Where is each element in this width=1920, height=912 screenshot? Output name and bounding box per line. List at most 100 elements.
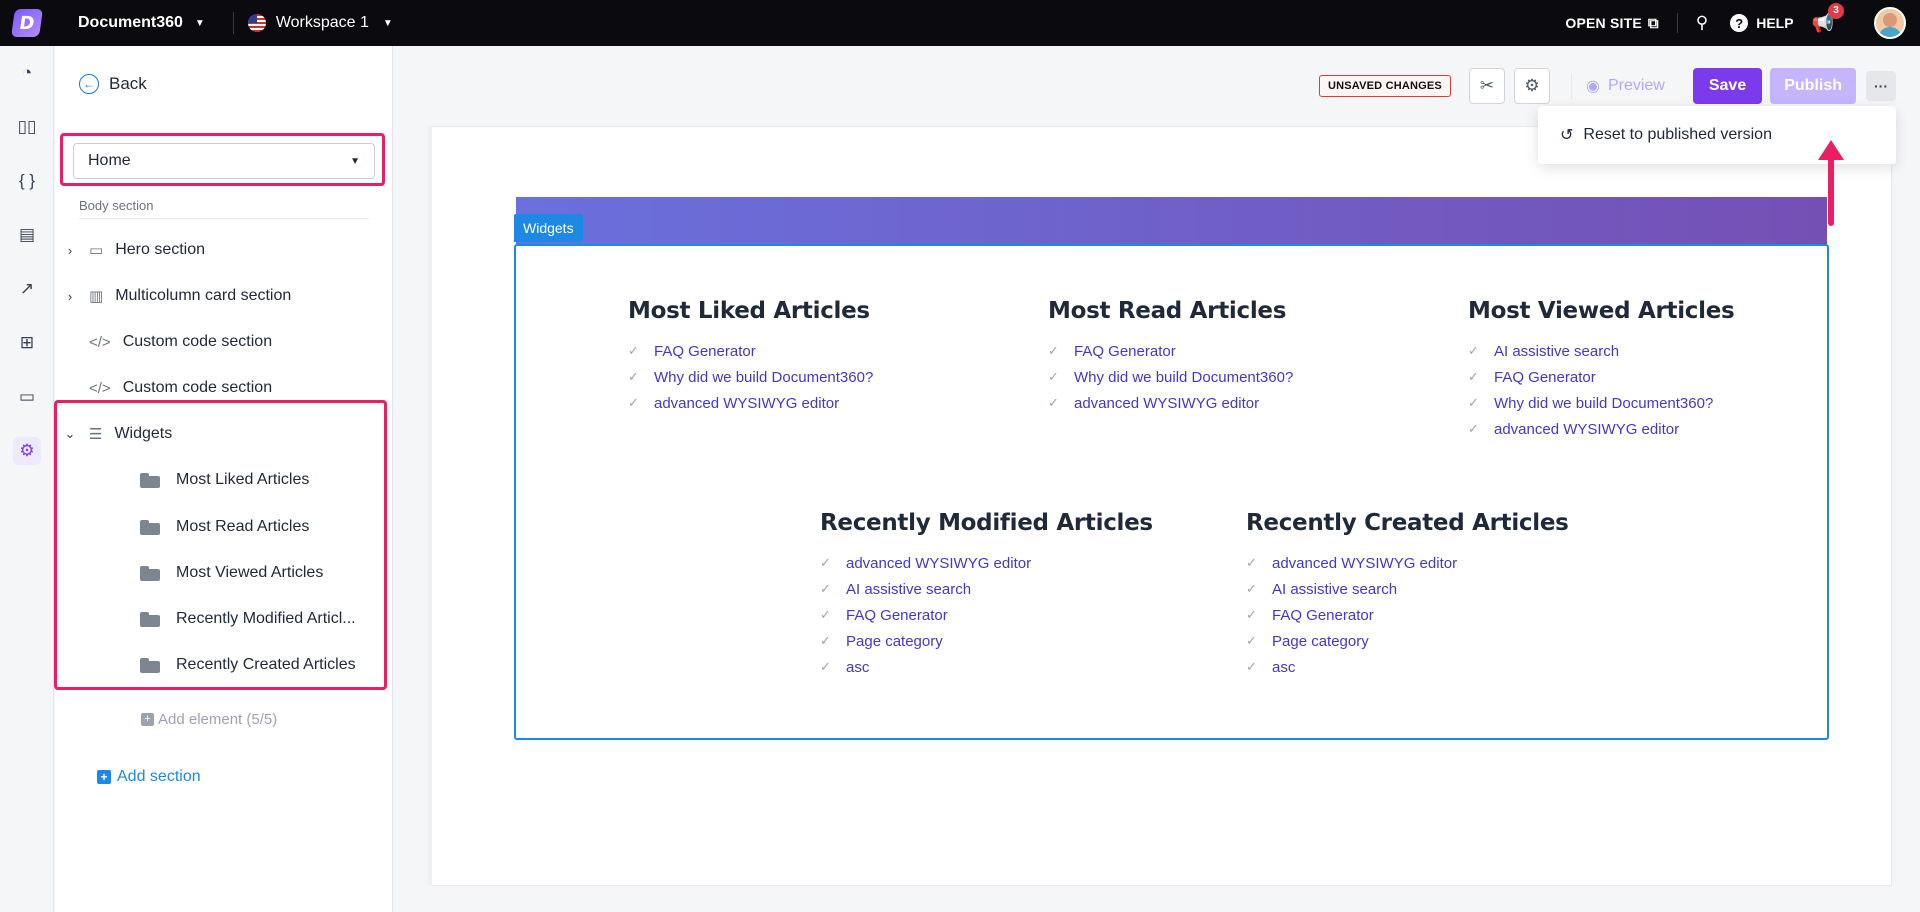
widget-recently-created: Recently Created Articles ✓ advanced WYSI… — [1246, 510, 1569, 680]
widgets-block[interactable]: Most Liked Articles ✓ FAQ Generator ✓ Why … — [514, 244, 1829, 740]
page-select[interactable]: Home ▼ — [73, 143, 375, 179]
code-icon: </> — [89, 333, 111, 351]
external-link-icon: ⧉ — [1647, 14, 1659, 32]
folder-icon — [140, 611, 160, 627]
add-element-button[interactable]: + Add element (5/5) — [141, 711, 277, 728]
divider — [79, 218, 369, 219]
article-link[interactable]: ✓ advanced WYSIWYG editor — [1048, 390, 1293, 416]
divider — [232, 12, 234, 34]
article-link[interactable]: ✓ FAQ Generator — [1246, 602, 1569, 628]
article-link[interactable]: ✓ advanced WYSIWYG editor — [820, 550, 1153, 576]
check-icon: ✓ — [1048, 395, 1059, 410]
open-site-link[interactable]: OPEN SITE ⧉ — [1565, 15, 1658, 32]
help-button[interactable]: ? HELP — [1730, 14, 1794, 32]
chevron-down-icon[interactable]: ⌄ — [63, 426, 77, 442]
analytics-icon[interactable]: ↗ — [0, 262, 54, 316]
article-link[interactable]: ✓ asc — [820, 654, 1153, 680]
widget-item-label: Most Viewed Articles — [176, 564, 324, 581]
apps-icon[interactable]: ⊞ — [0, 316, 54, 370]
widget-title: Recently Created Articles — [1246, 510, 1569, 536]
tree-item-label: Widgets — [114, 425, 173, 442]
tree-item-custom-code-section[interactable]: </> Custom code section — [55, 369, 393, 407]
hero-banner[interactable] — [516, 197, 1827, 245]
check-icon: ✓ — [1246, 555, 1257, 570]
save-button[interactable]: Save — [1692, 68, 1763, 104]
book-icon[interactable]: ▯▯ — [0, 100, 54, 154]
article-link[interactable]: ✓ FAQ Generator — [820, 602, 1153, 628]
design-tools-button[interactable]: ✂ — [1468, 68, 1505, 104]
more-options-button[interactable]: ··· — [1866, 71, 1896, 101]
tree-item-widgets[interactable]: ⌄ ☰ Widgets — [55, 415, 393, 453]
article-link[interactable]: ✓ AI assistive search — [820, 576, 1153, 602]
tree-item-hero-section[interactable]: › ▭ Hero section — [55, 231, 393, 269]
search-icon[interactable]: ⚲ — [1696, 13, 1708, 33]
article-link[interactable]: ✓ Page category — [820, 628, 1153, 654]
widget-item-recently-modified[interactable]: Recently Modified Articl... — [140, 601, 356, 637]
check-icon: ✓ — [628, 343, 639, 358]
folder-icon — [140, 519, 160, 535]
plus-icon: + — [141, 713, 154, 726]
dashboard-icon[interactable]: ◔ — [0, 46, 54, 100]
article-link[interactable]: ✓ Why did we build Document360? — [1048, 364, 1293, 390]
article-link[interactable]: ✓ Page category — [1246, 628, 1569, 654]
widget-item-label: Recently Modified Articl... — [176, 610, 356, 627]
code-icon: </> — [89, 379, 111, 397]
article-link[interactable]: ✓ advanced WYSIWYG editor — [1468, 416, 1734, 442]
drive-icon[interactable]: ▭ — [0, 370, 54, 424]
open-site-label: OPEN SITE — [1565, 15, 1642, 31]
widget-item-recently-created[interactable]: Recently Created Articles — [140, 647, 356, 683]
tree-item-custom-code-section[interactable]: </> Custom code section — [55, 323, 393, 361]
article-link[interactable]: ✓ AI assistive search — [1468, 338, 1734, 364]
logo[interactable]: D — [0, 0, 54, 46]
article-link[interactable]: ✓ FAQ Generator — [628, 338, 873, 364]
widget-title: Recently Modified Articles — [820, 510, 1153, 536]
widget-item-most-read[interactable]: Most Read Articles — [140, 509, 309, 545]
chevron-right-icon[interactable]: › — [63, 289, 77, 304]
folder-icon — [140, 565, 160, 581]
divider — [1570, 73, 1572, 99]
check-icon: ✓ — [820, 659, 831, 674]
chevron-right-icon[interactable]: › — [63, 243, 77, 258]
preview-label: Preview — [1607, 77, 1665, 94]
divider — [1676, 13, 1678, 33]
article-link[interactable]: ✓ Why did we build Document360? — [1468, 390, 1734, 416]
annotation-arrow — [1828, 152, 1834, 226]
article-link[interactable]: ✓ asc — [1246, 654, 1569, 680]
settings-icon[interactable]: ⚙ — [0, 424, 54, 478]
article-link[interactable]: ✓ Why did we build Document360? — [628, 364, 873, 390]
widget-item-most-viewed[interactable]: Most Viewed Articles — [140, 555, 323, 591]
article-link[interactable]: ✓ advanced WYSIWYG editor — [628, 390, 873, 416]
add-section-button[interactable]: + Add section — [97, 768, 201, 786]
widgets-tag: Widgets — [514, 214, 583, 242]
avatar[interactable] — [1874, 7, 1906, 39]
arrow-left-icon: ← — [79, 74, 99, 94]
workspace-switcher[interactable]: Workspace 1 ▼ — [247, 14, 393, 32]
article-link[interactable]: ✓ AI assistive search — [1246, 576, 1569, 602]
check-icon: ✓ — [820, 633, 831, 648]
settings-button[interactable]: ⚙ — [1513, 68, 1550, 104]
check-icon: ✓ — [1468, 343, 1479, 358]
widget-item-most-liked[interactable]: Most Liked Articles — [140, 462, 309, 498]
check-icon: ✓ — [1246, 607, 1257, 622]
check-icon: ✓ — [1468, 369, 1479, 384]
project-switcher[interactable]: Document360 ▼ — [78, 14, 205, 32]
help-label: HELP — [1756, 15, 1794, 31]
article-link[interactable]: ✓ FAQ Generator — [1048, 338, 1293, 364]
article-link[interactable]: ✓ FAQ Generator — [1468, 364, 1734, 390]
tree-item-multicolumn-card-section[interactable]: › ▥ Multicolumn card section — [55, 277, 393, 315]
publish-button[interactable]: Publish — [1770, 68, 1856, 104]
gear-icon: ⚙ — [1524, 76, 1540, 95]
check-icon: ✓ — [820, 581, 831, 596]
check-icon: ✓ — [1246, 581, 1257, 596]
widget-title: Most Read Articles — [1048, 298, 1287, 324]
preview-button[interactable]: ◉ Preview — [1586, 76, 1665, 96]
announcements-button[interactable]: 📢 3 — [1812, 2, 1844, 34]
unsaved-changes-badge: UNSAVED CHANGES — [1318, 75, 1451, 97]
article-link[interactable]: ✓ advanced WYSIWYG editor — [1246, 550, 1569, 576]
code-icon[interactable]: { } — [0, 154, 54, 208]
back-button[interactable]: ← Back — [79, 74, 147, 94]
list-icon: ☰ — [89, 426, 103, 443]
comments-icon[interactable]: ▤ — [0, 208, 54, 262]
annotation-arrow-head — [1818, 140, 1844, 160]
reset-to-published-item[interactable]: Reset to published version — [1583, 126, 1772, 144]
